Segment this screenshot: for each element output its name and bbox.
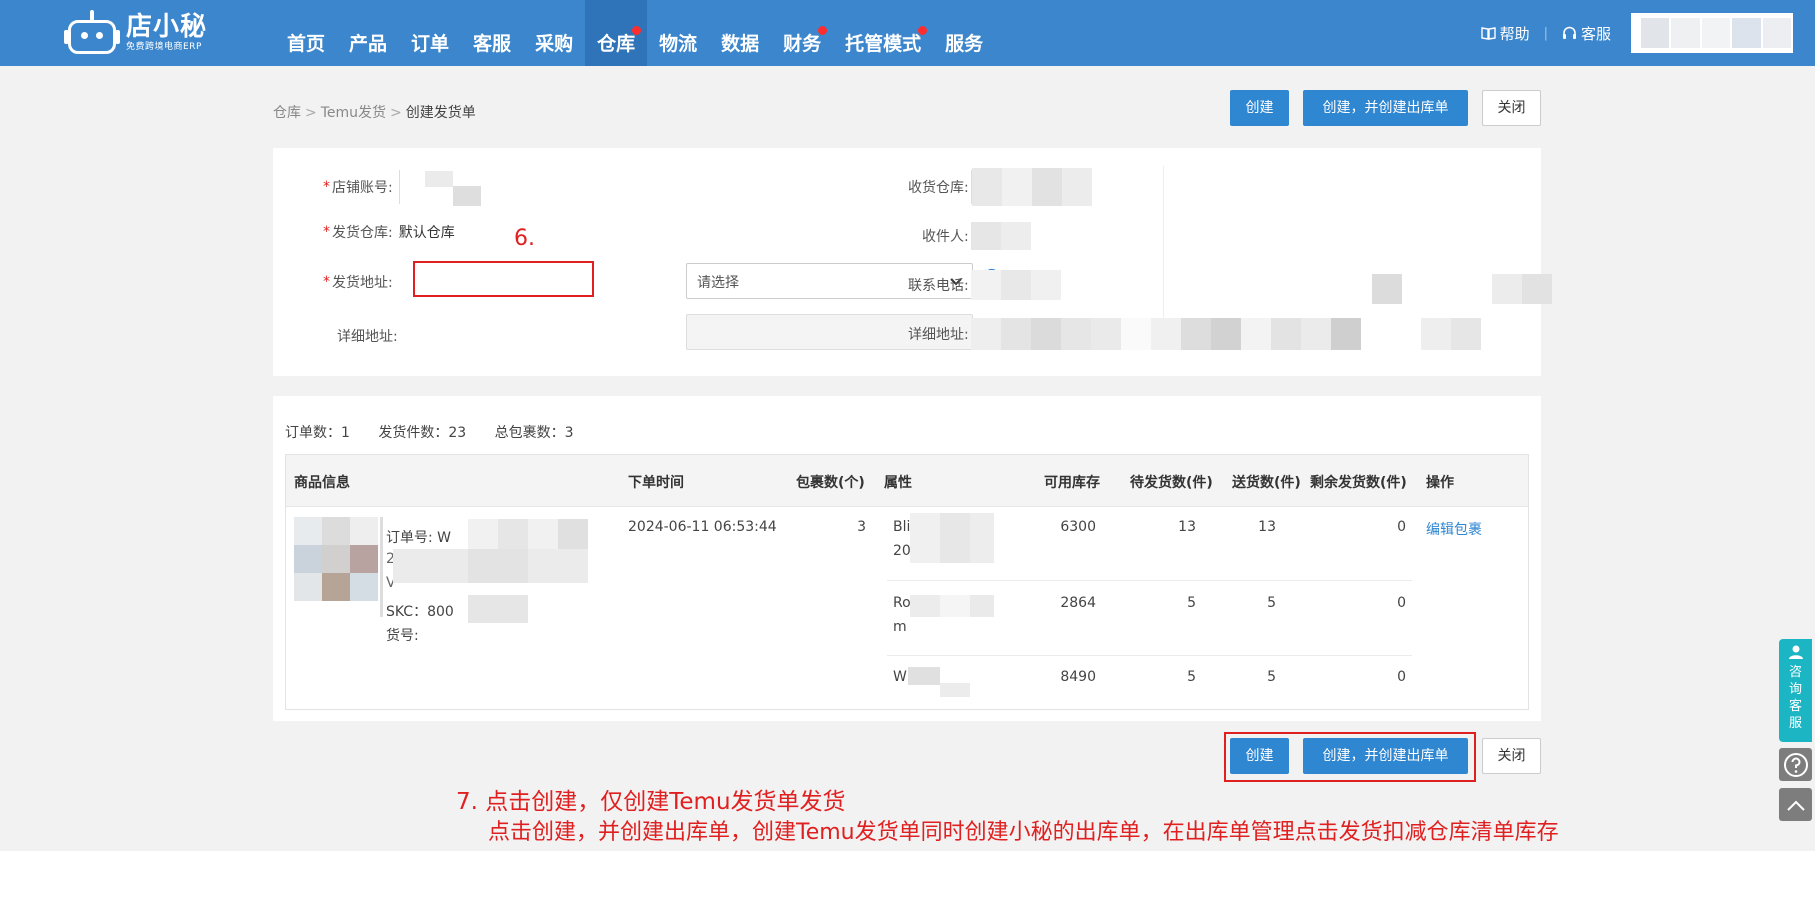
nav-item-home[interactable]: 首页 [275, 0, 337, 66]
recv-warehouse-label: 收货仓库: [908, 180, 969, 196]
close-button-top[interactable]: 关闭 [1482, 90, 1541, 126]
annotation-step7-line1: 7. 点击创建，仅创建Temu发货单发货 [456, 789, 846, 815]
pending-qty: 13 [1178, 519, 1196, 535]
help-label: 帮助 [1499, 24, 1530, 43]
available-stock: 2864 [1060, 595, 1096, 611]
notification-dot [818, 26, 828, 35]
ship-warehouse-value: 默认仓库 [398, 225, 455, 241]
question-icon [1783, 752, 1808, 777]
remaining-qty: 0 [1397, 669, 1406, 685]
pending-qty: 5 [1187, 595, 1196, 611]
breadcrumb-warehouse[interactable]: 仓库 [273, 105, 301, 121]
ship-warehouse-label: 发货仓库: [332, 225, 393, 241]
create-with-outbound-button-top[interactable]: 创建，并创建出库单 [1303, 90, 1468, 126]
annotation-highlight-buttons [1224, 732, 1476, 782]
skc-label: SKC：800 [386, 604, 454, 620]
nav-item-services[interactable]: 服务 [933, 0, 995, 66]
chevron-up-icon [1786, 800, 1805, 811]
attr-text: Bli [893, 519, 911, 535]
breadcrumb-current: 创建发货单 [405, 105, 476, 121]
service-link[interactable]: 客服 [1562, 23, 1611, 44]
breadcrumb-temu-ship[interactable]: Temu发货 [321, 105, 386, 121]
order-table-panel: 订单数：1 发货件数：23 总包裹数：3 商品信息 下单时间 包裹数(个) 属性… [273, 396, 1541, 721]
nav-item-logistics[interactable]: 物流 [647, 0, 709, 66]
app-logo[interactable]: 店小秘 免费跨境电商ERP [64, 8, 207, 56]
shipped-qty: 5 [1267, 669, 1276, 685]
close-button-bottom[interactable]: 关闭 [1482, 738, 1541, 774]
product-thumbnail[interactable] [294, 517, 378, 601]
shipped-qty: 5 [1267, 595, 1276, 611]
nav-item-customer-service[interactable]: 客服 [461, 0, 523, 66]
shipment-summary: 订单数：1 发货件数：23 总包裹数：3 [285, 422, 598, 442]
consult-service-widget[interactable]: 咨 询 客 服 [1779, 639, 1812, 742]
annotation-highlight-address [413, 261, 594, 297]
shop-account-label: 店铺账号: [332, 180, 393, 196]
ship-address-placeholder: 请选择 [697, 275, 739, 291]
annotation-step7-line2: 点击创建，并创建出库单，创建Temu发货单同时创建小秘的出库单，在出库单管理点击… [488, 820, 1559, 845]
shipped-qty: 13 [1258, 519, 1276, 535]
headset-icon [1562, 26, 1576, 39]
pending-qty: 5 [1187, 669, 1196, 685]
notification-dot [632, 26, 642, 35]
recv-detail-address-label: 详细地址: [908, 327, 969, 343]
nav-item-warehouse[interactable]: 仓库 [585, 0, 648, 66]
order-count: 订单数：1 [285, 425, 350, 441]
service-label: 客服 [1580, 24, 1611, 43]
phone-label: 联系电话: [908, 278, 969, 294]
package-count: 总包裹数：3 [494, 425, 574, 441]
available-stock: 6300 [1060, 519, 1096, 535]
nav-item-purchase[interactable]: 采购 [523, 0, 585, 66]
help-link[interactable]: 帮助 [1480, 23, 1530, 44]
main-nav: 首页 产品 订单 客服 采购 仓库 物流 数据 财务 托管模式 服务 [275, 0, 995, 66]
receiver-label: 收件人: [922, 229, 969, 245]
top-nav-bar: 店小秘 免费跨境电商ERP 首页 产品 订单 客服 采购 仓库 物流 数据 财务… [0, 0, 1815, 66]
nav-item-orders[interactable]: 订单 [399, 0, 461, 66]
logo-subtitle: 免费跨境电商ERP [126, 41, 202, 52]
back-to-top-button[interactable] [1779, 788, 1812, 821]
help-question-button[interactable] [1779, 748, 1812, 781]
order-time: 2024-06-11 06:53:44 [628, 519, 777, 535]
breadcrumb: 仓库 > Temu发货 > 创建发货单 [273, 105, 476, 121]
attr-text: Ro [893, 595, 911, 611]
nav-item-finance[interactable]: 财务 [771, 0, 833, 66]
user-icon [1788, 645, 1803, 659]
shipment-table: 商品信息 下单时间 包裹数(个) 属性 可用库存 待发货数(件) 送货数(件) … [285, 454, 1529, 710]
remaining-qty: 0 [1397, 595, 1406, 611]
notification-dot [918, 26, 928, 35]
nav-item-hosted-mode[interactable]: 托管模式 [833, 0, 933, 66]
available-stock: 8490 [1060, 669, 1096, 685]
item-count: 发货件数：23 [378, 425, 467, 441]
nav-item-data[interactable]: 数据 [709, 0, 771, 66]
detail-address-label: 详细地址: [337, 329, 398, 345]
create-button-top[interactable]: 创建 [1230, 90, 1289, 126]
annotation-step6: 6. [514, 226, 535, 251]
logo-title: 店小秘 [126, 11, 208, 42]
nav-item-products[interactable]: 产品 [337, 0, 399, 66]
edit-package-link[interactable]: 编辑包裹 [1426, 519, 1482, 539]
book-icon [1480, 27, 1496, 40]
order-number-label: 订单号: W [386, 530, 452, 546]
table-header: 商品信息 下单时间 包裹数(个) 属性 可用库存 待发货数(件) 送货数(件) … [286, 455, 1528, 507]
ship-address-label: 发货地址: [332, 275, 393, 291]
user-account-box[interactable] [1631, 13, 1793, 53]
sku-label: 货号: [386, 628, 419, 644]
robot-logo-icon [64, 8, 120, 56]
remaining-qty: 0 [1397, 519, 1406, 535]
page-content: 仓库 > Temu发货 > 创建发货单 创建 创建，并创建出库单 关闭 * 店铺账号: *… [0, 66, 1815, 851]
package-number: 3 [857, 519, 866, 535]
